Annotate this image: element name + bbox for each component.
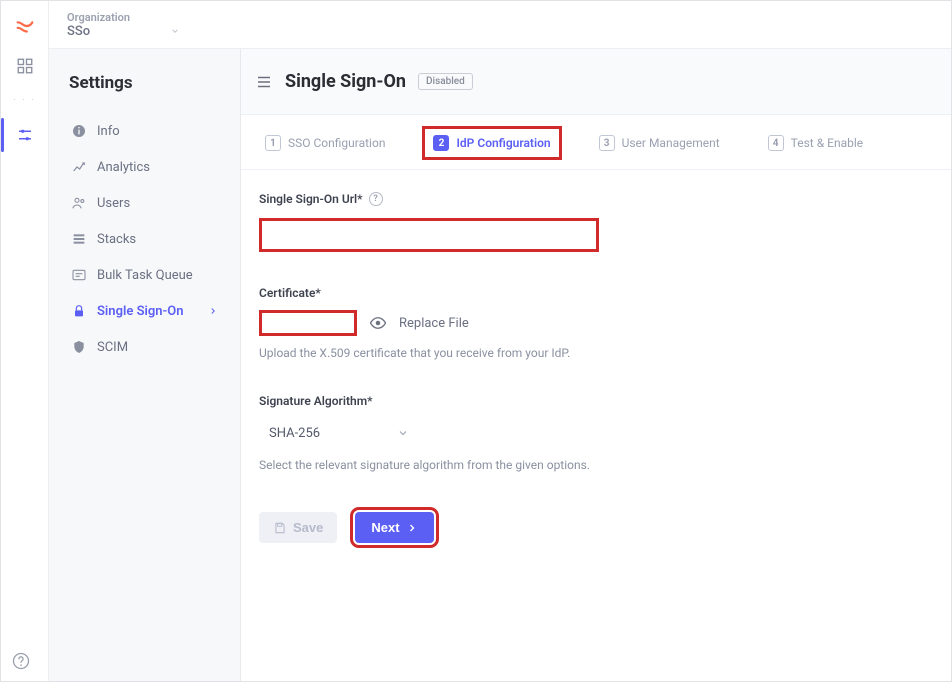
users-icon xyxy=(71,195,87,211)
form-area: Single Sign-On Url* ? Certificate* Repla… xyxy=(241,170,861,565)
sidebar-item-scim[interactable]: SCIM xyxy=(63,329,226,365)
sidebar-item-bulk-task-queue[interactable]: Bulk Task Queue xyxy=(63,257,226,293)
sidebar-item-users[interactable]: Users xyxy=(63,185,226,221)
help-icon[interactable] xyxy=(11,651,31,671)
replace-file-link[interactable]: Replace File xyxy=(399,316,469,331)
icon-rail: · · · xyxy=(1,1,49,681)
step-sso-configuration[interactable]: 1 SSO Configuration xyxy=(259,131,391,155)
info-icon xyxy=(71,123,87,139)
shield-icon xyxy=(71,339,87,355)
chevron-down-icon xyxy=(170,26,180,36)
stacks-icon xyxy=(71,231,87,247)
org-selector[interactable]: SSo xyxy=(67,24,180,39)
step-number: 2 xyxy=(433,135,449,151)
sidebar-item-label: Single Sign-On xyxy=(97,304,184,319)
org-name-text: SSo xyxy=(67,24,90,39)
label-text: Certificate* xyxy=(259,286,321,300)
step-number: 4 xyxy=(768,135,784,151)
dashboard-icon[interactable] xyxy=(14,55,36,77)
sso-url-label: Single Sign-On Url* ? xyxy=(259,192,843,206)
main-content: Single Sign-On Disabled 1 SSO Configurat… xyxy=(241,49,951,681)
sidebar-item-analytics[interactable]: Analytics xyxy=(63,149,226,185)
lock-icon xyxy=(71,303,87,319)
signature-helper: Select the relevant signature algorithm … xyxy=(259,458,843,472)
next-label: Next xyxy=(371,520,399,535)
settings-icon[interactable] xyxy=(14,124,36,146)
step-label: User Management xyxy=(622,136,720,150)
org-label: Organization xyxy=(67,11,180,24)
analytics-icon xyxy=(71,159,87,175)
sidebar-title: Settings xyxy=(63,73,226,93)
save-button: Save xyxy=(259,512,337,543)
brand-logo xyxy=(14,15,36,37)
stepper: 1 SSO Configuration 2 IdP Configuration … xyxy=(241,115,951,170)
step-label: Test & Enable xyxy=(791,136,863,150)
label-text: Signature Algorithm* xyxy=(259,394,373,408)
page-header: Single Sign-On Disabled xyxy=(241,49,951,115)
menu-icon[interactable] xyxy=(255,73,273,91)
sidebar-item-info[interactable]: Info xyxy=(63,113,226,149)
status-badge: Disabled xyxy=(418,73,473,90)
org-bar: Organization SSo xyxy=(49,1,951,49)
sso-url-input[interactable] xyxy=(259,218,599,252)
sidebar-item-label: Bulk Task Queue xyxy=(97,268,193,283)
step-idp-configuration[interactable]: 2 IdP Configuration xyxy=(427,131,556,155)
select-value: SHA-256 xyxy=(269,426,320,441)
next-button[interactable]: Next xyxy=(355,512,433,543)
signature-algorithm-select[interactable]: SHA-256 xyxy=(259,418,419,448)
sidebar-item-single-sign-on[interactable]: Single Sign-On xyxy=(63,293,226,329)
chevron-right-icon xyxy=(406,522,418,534)
sidebar-item-label: Analytics xyxy=(97,160,150,175)
certificate-helper: Upload the X.509 certificate that you re… xyxy=(259,346,843,360)
sidebar-item-label: Users xyxy=(97,196,130,211)
chevron-right-icon xyxy=(208,306,218,316)
step-number: 3 xyxy=(599,135,615,151)
rail-divider: · · · xyxy=(13,95,36,106)
sidebar-item-label: Stacks xyxy=(97,232,136,247)
signature-algorithm-label: Signature Algorithm* xyxy=(259,394,843,408)
save-icon xyxy=(273,521,287,535)
save-label: Save xyxy=(293,520,323,535)
certificate-file-box[interactable] xyxy=(259,310,357,336)
queue-icon xyxy=(71,267,87,283)
chevron-down-icon xyxy=(397,427,409,439)
sidebar-item-stacks[interactable]: Stacks xyxy=(63,221,226,257)
settings-sidebar: Settings Info Analytics Users Stacks Bul… xyxy=(49,49,241,681)
certificate-label: Certificate* xyxy=(259,286,843,300)
page-title: Single Sign-On xyxy=(285,71,406,92)
step-label: IdP Configuration xyxy=(456,136,550,150)
step-test-enable[interactable]: 4 Test & Enable xyxy=(762,131,869,155)
label-text: Single Sign-On Url* xyxy=(259,192,363,206)
step-label: SSO Configuration xyxy=(288,136,385,150)
help-tooltip-icon[interactable]: ? xyxy=(369,192,383,206)
step-user-management[interactable]: 3 User Management xyxy=(593,131,726,155)
step-number: 1 xyxy=(265,135,281,151)
eye-icon[interactable] xyxy=(369,314,387,332)
sidebar-item-label: SCIM xyxy=(97,340,128,355)
sidebar-item-label: Info xyxy=(97,124,120,139)
